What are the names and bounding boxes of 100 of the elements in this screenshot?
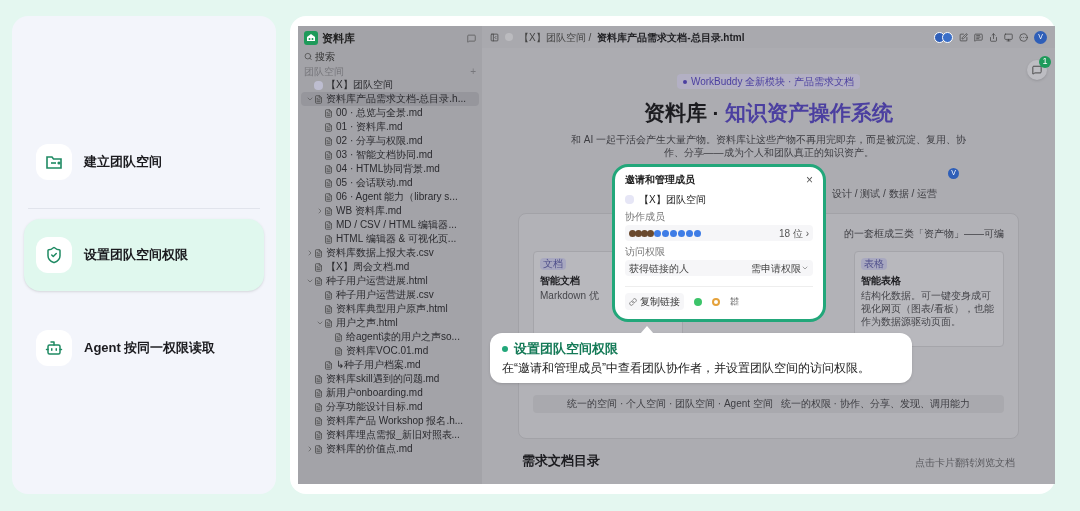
folder-icon [45,154,63,170]
document-icon [324,220,333,230]
step-label: Agent 按同一权限读取 [84,339,216,358]
ring-share-icon[interactable] [712,297,720,306]
file-tree-item[interactable]: 02 · 分享与权限.md [301,134,479,148]
caret-icon[interactable] [315,319,324,327]
feature-description: 结构化数据。可一键变身成可视化网页（图表/看板），也能作为数据源驱动页面。 [861,288,995,328]
file-tree-item[interactable]: 给agent读的用户之声so... [301,330,479,344]
roles-text: 设计 / 测试 / 数据 / 运营 [832,187,937,201]
link-icon [629,297,637,306]
close-button[interactable]: × [806,173,813,186]
footer-text: 统一的权限 · 协作、分享、发现、调用能力 [780,397,970,411]
document-icon [314,444,323,454]
chat-icon[interactable] [467,33,476,43]
collaborator-avatars-icon [934,31,953,43]
step-item[interactable]: 建立团队空间 [24,126,264,198]
document-icon [324,206,333,216]
document-icon [314,374,323,384]
more-icon[interactable] [1019,32,1028,42]
space-name: 【X】团队空间 [639,193,706,207]
app-title: 资料库 [322,30,355,46]
members-label: 协作成员 [625,211,666,223]
collapse-icon[interactable] [490,32,499,42]
file-tree-item[interactable]: 06 · Agent 能力（library s... [301,190,479,204]
document-icon [314,388,323,398]
robot-icon [45,339,63,357]
step-label: 设置团队空间权限 [84,246,188,265]
file-tree-item[interactable]: 资料库产品需求文档-总目录.h... [301,92,479,106]
comment-icon[interactable] [974,32,983,42]
step-item[interactable]: 设置团队空间权限 [24,219,264,291]
monitor-icon[interactable] [1004,32,1013,42]
file-tree-item[interactable]: 03 · 智能文档协同.md [301,148,479,162]
document-icon [324,318,333,328]
access-who: 获得链接的人 [629,261,689,276]
access-row[interactable]: 获得链接的人 需申请权限 [625,260,813,276]
file-tree-item[interactable]: 资料库的价值点.md [301,442,479,456]
caret-icon[interactable] [305,95,314,103]
qr-code-icon[interactable] [730,297,739,306]
file-tree-item[interactable]: 【X】团队空间 [301,78,479,92]
step-label: 建立团队空间 [84,153,162,172]
share-icon[interactable] [989,32,998,42]
document-icon [324,304,333,314]
feature-tag: 文档 [540,257,566,270]
copy-link-button[interactable]: 复制链接 [625,293,684,310]
file-tree-item[interactable]: 种子用户运营进展.html [301,274,479,288]
space-icon [625,195,634,204]
dialog-title: 邀请和管理成员 [625,173,695,187]
file-tree-item[interactable]: 04 · HTML协同背景.md [301,162,479,176]
feature-tag: 表格 [861,257,887,270]
document-icon [324,164,333,174]
document-icon [324,108,333,118]
file-tree-item[interactable]: 资料库产品 Workshop 报名.h... [301,414,479,428]
file-tree-item[interactable]: 资料库典型用户原声.html [301,302,479,316]
file-tree-item[interactable]: WB 资料库.md [301,204,479,218]
access-level: 需申请权限 [751,261,801,276]
document-icon [324,192,333,202]
file-tree-item[interactable]: 【X】周会文档.md [301,260,479,274]
search-icon [304,51,313,61]
section-heading: 需求文档目录 [522,451,600,470]
hero-subtitle: 和 AI 一起干活会产生大量产物。资料库让这些产物不再用完即弃，而是被沉淀、复用、协作、分享——成为个人和团队真正的知识资产。 [570,132,967,159]
search-field[interactable]: 搜索 [315,48,476,64]
file-tree-item[interactable]: 05 · 会话联动.md [301,176,479,190]
section-hint: 点击卡片翻转浏览文档 [915,456,1015,470]
file-tree-item[interactable]: ↳种子用户档案.md [301,358,479,372]
callout-title: 设置团队空间权限 [514,340,618,358]
file-tree-item[interactable]: HTML 编辑器 & 可视化页... [301,232,479,246]
file-tree-item[interactable]: 种子用户运营进展.csv [301,288,479,302]
shield-check-icon [45,246,63,264]
document-icon [314,248,323,258]
document-icon [324,150,333,160]
file-tree-item[interactable]: MD / CSV / HTML 编辑器... [301,218,479,232]
document-icon [314,402,323,412]
members-row[interactable]: 18 位 › [625,225,813,241]
step-item[interactable]: Agent 按同一权限读取 [24,312,264,384]
file-tree-item[interactable]: 资料库VOC.01.md [301,344,479,358]
document-icon [314,94,323,104]
footer-text: 统一的空间 · 个人空间 · 团队空间 · Agent 空间 [567,397,773,411]
module-badge: WorkBuddy 全新模块 · 产品需求文档 [676,74,861,89]
document-icon [324,178,333,188]
chat-share-icon[interactable] [694,297,702,306]
member-count: 18 位 › [779,226,809,241]
access-label: 访问权限 [625,246,666,258]
breadcrumb-current: 资料库产品需求文档-总目录.html [597,30,745,45]
feature-title: 智能表格 [861,273,901,288]
caret-icon[interactable] [305,277,314,285]
document-icon [324,290,333,300]
breadcrumb-link[interactable]: 【X】团队空间 / [519,29,592,45]
edit-icon[interactable] [959,32,968,42]
file-tree-item[interactable]: 00 · 总览与全景.md [301,106,479,120]
file-tree-item[interactable]: 新用户onboarding.md [301,386,479,400]
space-icon [314,80,323,90]
document-icon [314,416,323,426]
file-tree-item[interactable]: 01 · 资料库.md [301,120,479,134]
document-icon [324,136,333,146]
document-icon [324,360,333,370]
file-tree-item[interactable]: 资料库数据上报大表.csv [301,246,479,260]
file-tree-item[interactable]: 资料库埋点需报_新旧对照表... [301,428,479,442]
file-tree-item[interactable]: 用户之声.html [301,316,479,330]
file-tree-item[interactable]: 资料库skill遇到的问题.md [301,372,479,386]
file-tree-item[interactable]: 分享功能设计目标.md [301,400,479,414]
